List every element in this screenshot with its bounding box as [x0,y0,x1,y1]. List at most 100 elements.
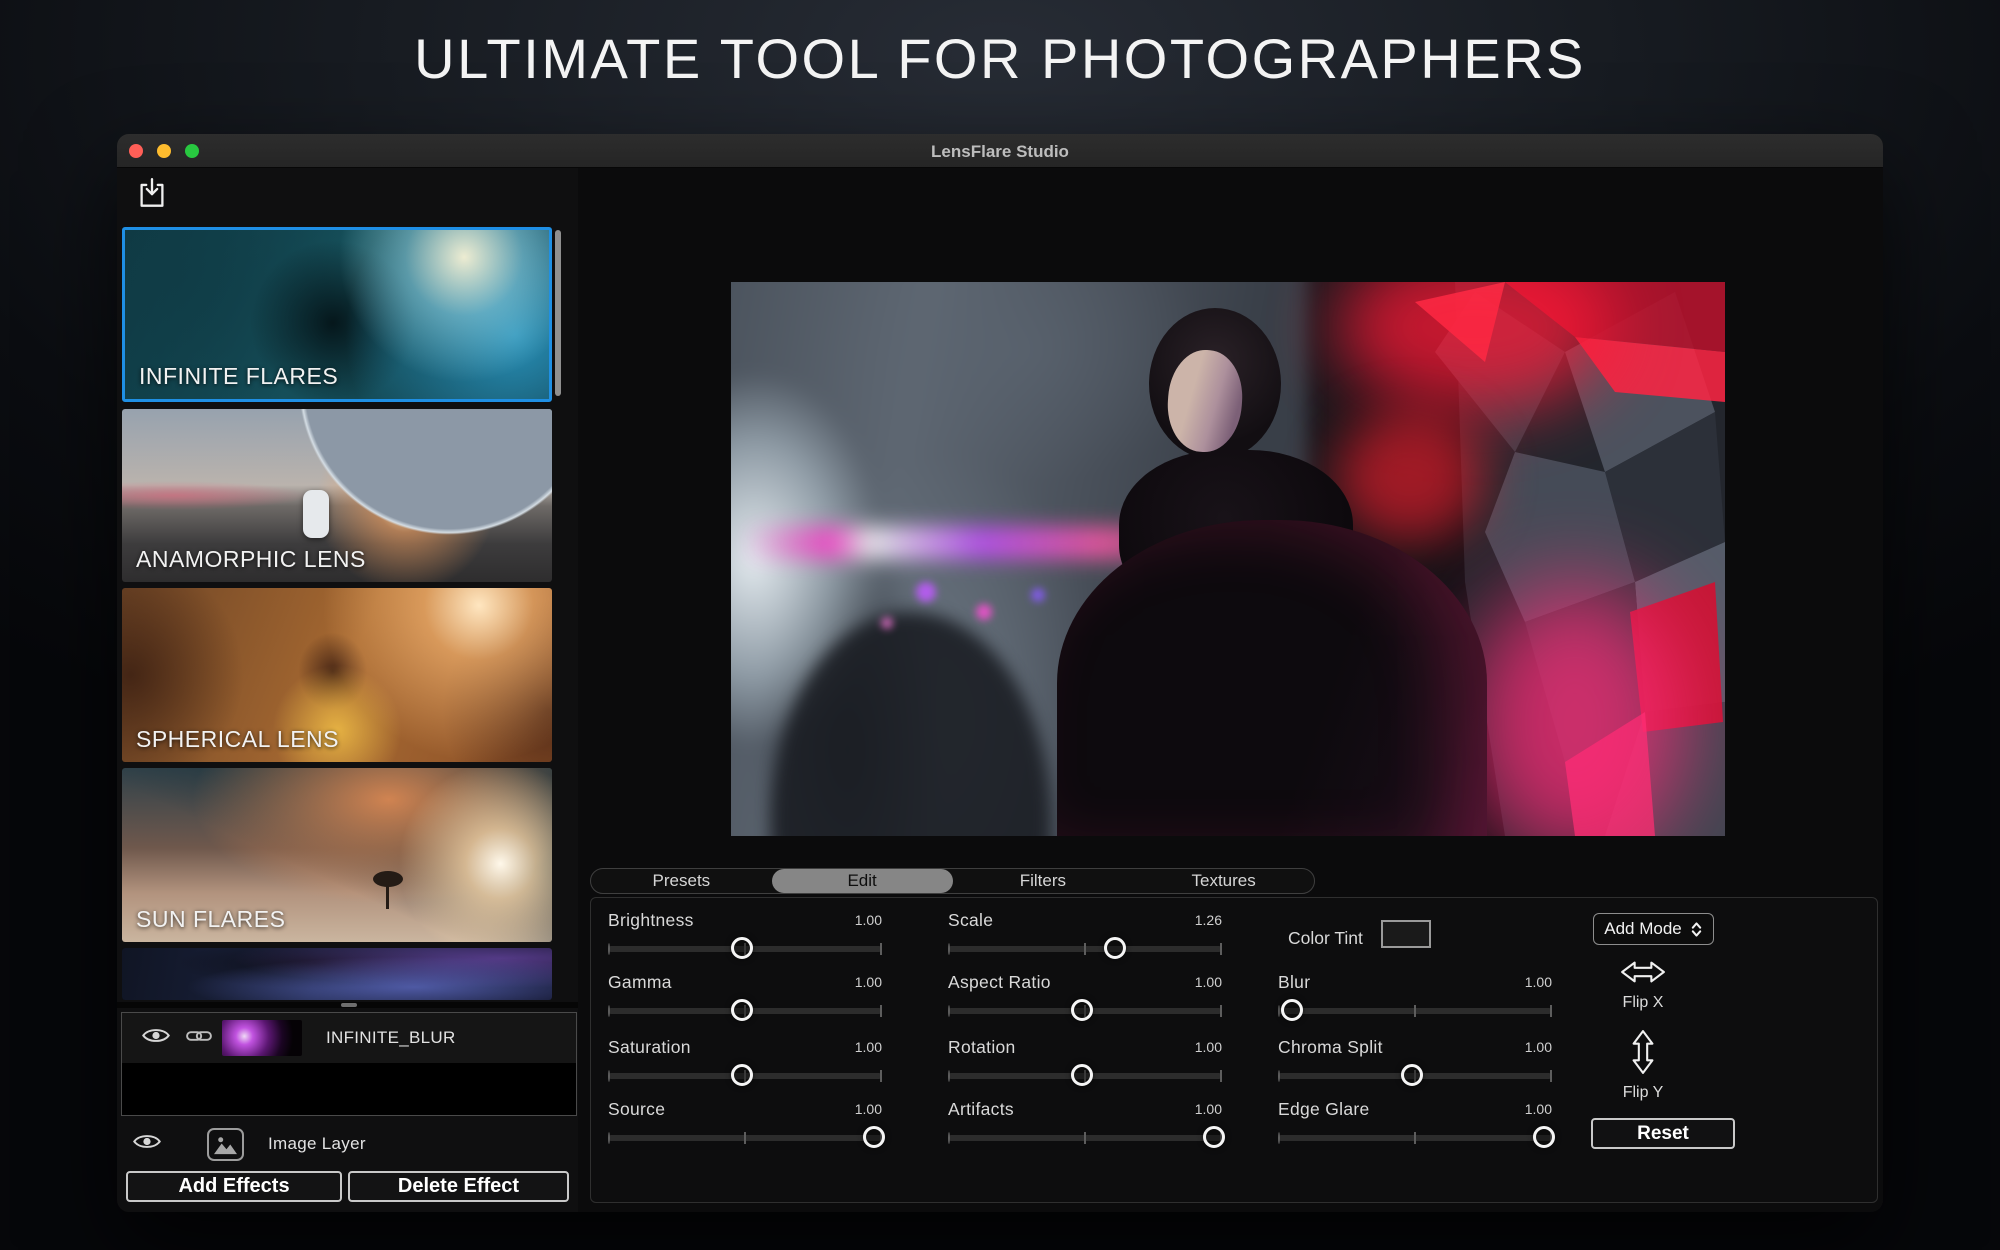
slider-value: 1.00 [1525,1101,1552,1117]
slider-value: 1.00 [1195,974,1222,990]
slider-label: Chroma Split [1278,1037,1383,1058]
tab-filters[interactable]: Filters [953,869,1134,893]
slider-knob[interactable] [731,1064,753,1086]
color-tint-label: Color Tint [1288,928,1363,949]
preset-label: SUN FLARES [136,906,285,933]
slider-track[interactable] [948,1008,1222,1014]
window-title: LensFlare Studio [117,142,1883,162]
slider-value: 1.00 [855,1039,882,1055]
slider-track[interactable] [608,1008,882,1014]
slider-value: 1.00 [1525,974,1552,990]
preset-label: ANAMORPHIC LENS [136,546,366,573]
panel-divider [117,1002,579,1008]
slider-knob[interactable] [1104,937,1126,959]
slider-value: 1.00 [855,974,882,990]
slider-brightness: Brightness 1.00 [608,910,882,964]
preset-item-infinite-flares[interactable]: INFINITE FLARES [122,227,552,402]
image-layer-name: Image Layer [268,1134,366,1154]
page-title: ULTIMATE TOOL FOR PHOTOGRAPHERS [0,26,2000,91]
tab-edit[interactable]: Edit [772,869,953,893]
slider-label: Source [608,1099,665,1120]
slider-aspect-ratio: Aspect Ratio 1.00 [948,972,1222,1026]
slider-chroma-split: Chroma Split 1.00 [1278,1037,1552,1091]
slider-knob[interactable] [1071,999,1093,1021]
preset-label: SPHERICAL LENS [136,726,339,753]
preset-label: INFINITE FLARES [139,363,338,390]
color-tint-swatch[interactable] [1381,920,1431,948]
slider-artifacts: Artifacts 1.00 [948,1099,1222,1153]
slider-track[interactable] [948,1073,1222,1079]
slider-value: 1.00 [855,912,882,928]
slider-label: Aspect Ratio [948,972,1051,993]
slider-edge-glare: Edge Glare 1.00 [1278,1099,1552,1153]
slider-track[interactable] [1278,1008,1552,1014]
divider-grip[interactable] [341,1003,357,1007]
eye-icon[interactable] [133,1133,161,1155]
slider-track[interactable] [608,946,882,952]
eye-icon[interactable] [142,1027,170,1049]
flip-y-label: Flip Y [1598,1084,1688,1102]
slider-label: Saturation [608,1037,691,1058]
effect-layer-box: INFINITE_BLUR [121,1012,577,1116]
slider-knob[interactable] [1401,1064,1423,1086]
slider-label: Brightness [608,910,694,931]
slider-track[interactable] [948,1135,1222,1141]
slider-blur: Blur 1.00 [1278,972,1552,1026]
slider-label: Blur [1278,972,1310,993]
flip-x-label: Flip X [1598,994,1688,1012]
slider-scale: Scale 1.26 [948,910,1222,964]
slider-label: Rotation [948,1037,1016,1058]
image-layer-icon [207,1128,244,1161]
slider-track[interactable] [608,1073,882,1079]
flip-x-button[interactable]: Flip X [1598,958,1688,1012]
slider-track[interactable] [1278,1073,1552,1079]
slider-knob[interactable] [1071,1064,1093,1086]
add-effects-button[interactable]: Add Effects [126,1171,342,1202]
flip-x-icon [1619,958,1667,986]
slider-source: Source 1.00 [608,1099,882,1153]
titlebar: LensFlare Studio [117,134,1883,168]
add-mode-label: Add Mode [1604,919,1682,939]
slider-knob[interactable] [1203,1126,1225,1148]
slider-knob[interactable] [1533,1126,1555,1148]
slider-rotation: Rotation 1.00 [948,1037,1222,1091]
slider-saturation: Saturation 1.00 [608,1037,882,1091]
slider-gamma: Gamma 1.00 [608,972,882,1026]
preset-item-anamorphic-lens[interactable]: ANAMORPHIC LENS [122,409,552,582]
slider-label: Edge Glare [1278,1099,1370,1120]
slider-value: 1.00 [1195,1039,1222,1055]
slider-value: 1.26 [1195,912,1222,928]
slider-knob[interactable] [863,1126,885,1148]
tab-presets[interactable]: Presets [591,869,772,893]
slider-label: Scale [948,910,993,931]
preset-item-partial[interactable] [122,948,552,1000]
preset-item-spherical-lens[interactable]: SPHERICAL LENS [122,588,552,762]
controls-tab-bar: Presets Edit Filters Textures [590,868,1315,894]
flip-y-button[interactable]: Flip Y [1598,1028,1688,1102]
tab-textures[interactable]: Textures [1133,869,1314,893]
preset-item-sun-flares[interactable]: SUN FLARES [122,768,552,942]
image-layer-row[interactable]: Image Layer [117,1124,577,1164]
slider-knob[interactable] [1281,999,1303,1021]
slider-track[interactable] [1278,1135,1552,1141]
reset-button[interactable]: Reset [1591,1118,1735,1149]
presets-scrollbar[interactable] [555,230,561,396]
effect-layer-row[interactable]: INFINITE_BLUR [122,1013,576,1063]
slider-value: 1.00 [1525,1039,1552,1055]
slider-label: Gamma [608,972,672,993]
edited-image[interactable] [731,282,1725,836]
slider-track[interactable] [608,1135,882,1141]
add-mode-dropdown[interactable]: Add Mode [1593,913,1714,945]
slider-value: 1.00 [855,1101,882,1117]
slider-value: 1.00 [1195,1101,1222,1117]
preset-thumbnail [122,948,552,1000]
slider-knob[interactable] [731,937,753,959]
link-icon[interactable] [186,1029,212,1048]
effect-thumbnail [222,1020,302,1056]
slider-label: Artifacts [948,1099,1014,1120]
slider-knob[interactable] [731,999,753,1021]
delete-effect-button[interactable]: Delete Effect [348,1171,569,1202]
slider-track[interactable] [948,946,1222,952]
app-window: LensFlare Studio Right-click to drag ima… [117,134,1883,1212]
import-icon[interactable] [137,176,167,213]
